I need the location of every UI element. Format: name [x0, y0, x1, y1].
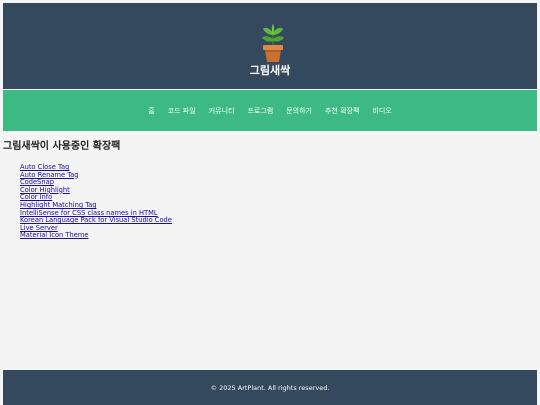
site-title[interactable]: 그림새싹	[3, 62, 537, 78]
nav-item-programs[interactable]: 프로그램	[247, 106, 273, 116]
nav-item-community[interactable]: 커뮤니티	[209, 106, 235, 116]
list-item: Auto Rename Tag	[20, 168, 537, 179]
nav-item-code-files[interactable]: 코드 파일	[168, 106, 196, 116]
site-footer: © 2025 ArtPlant. All rights reserved.	[3, 370, 537, 405]
extension-list: Auto Close Tag Auto Rename Tag CodeSnap …	[20, 160, 537, 240]
section-title: 그림새싹이 사용중인 확장팩	[3, 141, 121, 152]
site-header: 그림새싹	[3, 3, 537, 89]
potted-plant-icon	[262, 24, 284, 62]
nav-item-home[interactable]: 홈	[148, 106, 154, 116]
list-item: Auto Close Tag	[20, 160, 537, 171]
list-item: Korean Language Pack for Visual Studio C…	[20, 213, 537, 224]
page: 그림새싹 홈 코드 파일 커뮤니티 프로그램 문의하기 추천 확장팩 비디오 그…	[0, 0, 540, 405]
list-item: Color Info	[20, 190, 537, 202]
list-item: CodeSnap	[20, 175, 537, 186]
main-nav: 홈 코드 파일 커뮤니티 프로그램 문의하기 추천 확장팩 비디오	[3, 90, 537, 131]
list-item: IntelliSense for CSS class names in HTML	[20, 206, 537, 217]
extension-link[interactable]: Material Icon Theme	[20, 231, 88, 240]
nav-item-video[interactable]: 비디오	[372, 106, 391, 116]
nav-item-contact[interactable]: 문의하기	[286, 106, 312, 116]
list-item: Material Icon Theme	[20, 228, 537, 240]
main-content: 그림새싹이 사용중인 확장팩 Auto Close Tag Auto Renam…	[3, 140, 537, 240]
list-item: Color Highlight	[20, 183, 537, 194]
list-item: Highlight Matching Tag	[20, 198, 537, 209]
copyright-text: © 2025 ArtPlant. All rights reserved.	[210, 383, 330, 392]
nav-item-recommended-extensions[interactable]: 추천 확장팩	[325, 106, 359, 116]
